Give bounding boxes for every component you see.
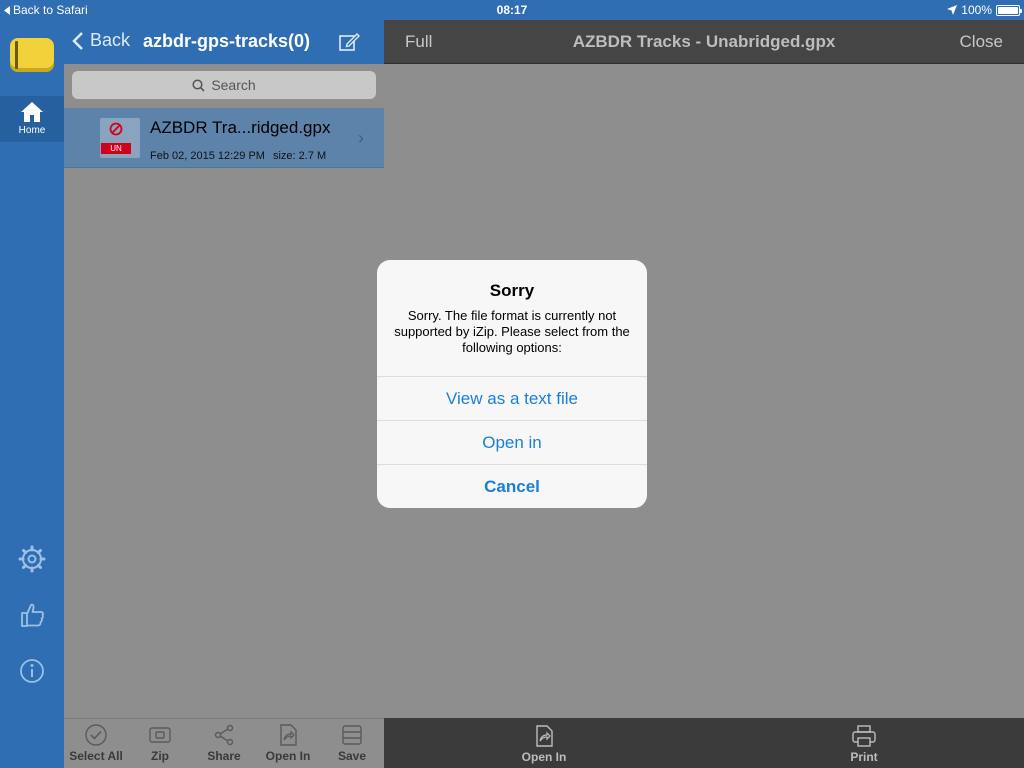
back-label: Back <box>90 30 131 50</box>
folder-title: azbdr-gps-tracks(0) <box>143 31 311 51</box>
view-as-text-button[interactable]: View as a text file <box>377 376 647 420</box>
info-icon[interactable] <box>17 656 47 686</box>
file-browser-nav: Back azbdr-gps-tracks(0) <box>64 20 384 64</box>
side-rail: Home <box>0 20 64 768</box>
select-all-label: Select All <box>69 749 123 763</box>
viewer-open-in-label: Open In <box>521 750 567 764</box>
viewer-open-in-button[interactable]: Open In <box>504 724 584 764</box>
save-button[interactable]: Save <box>320 723 384 763</box>
zip-button[interactable]: Zip <box>128 723 192 763</box>
open-in-icon <box>280 724 297 746</box>
chevron-right-icon: › <box>358 128 364 148</box>
share-button[interactable]: Share <box>192 723 256 763</box>
print-button[interactable]: Print <box>824 724 904 764</box>
izip-logo-icon[interactable] <box>10 38 54 72</box>
cancel-button[interactable]: Cancel <box>377 464 647 508</box>
search-input[interactable]: Search <box>72 71 376 99</box>
document-nav: Full AZBDR Tracks - Unabridged.gpx Close <box>384 20 1024 64</box>
zip-label: Zip <box>151 749 169 763</box>
file-type-icon: UN <box>100 118 140 158</box>
file-meta: Feb 02, 2015 12:29 PM size: 2.7 M <box>150 150 326 162</box>
printer-icon <box>852 725 876 747</box>
status-time: 08:17 <box>496 3 528 17</box>
battery-percent: 100% <box>961 3 992 17</box>
search-icon <box>192 78 205 92</box>
file-list-item[interactable]: UN AZBDR Tra...ridged.gpx Feb 02, 2015 1… <box>64 108 384 168</box>
select-all-button[interactable]: Select All <box>64 723 128 763</box>
battery-icon <box>996 4 1022 16</box>
location-arrow-icon <box>947 5 958 15</box>
back-button[interactable]: Back <box>72 30 130 51</box>
chevron-left-icon <box>72 31 83 50</box>
thumbs-up-icon[interactable] <box>17 600 47 630</box>
save-icon <box>342 725 362 745</box>
open-in-button[interactable]: Open In <box>256 723 320 763</box>
save-label: Save <box>337 749 367 763</box>
open-in-label: Open In <box>265 749 311 763</box>
file-name: AZBDR Tra...ridged.gpx <box>150 118 331 137</box>
print-label: Print <box>850 750 878 764</box>
edit-icon[interactable] <box>338 31 360 53</box>
file-size: size: 2.7 M <box>272 150 327 162</box>
rail-home-button[interactable]: Home <box>0 96 64 142</box>
unsupported-format-alert: Sorry Sorry. The file format is currentl… <box>377 260 647 508</box>
search-placeholder: Search <box>211 77 256 93</box>
open-in-option-button[interactable]: Open in <box>377 420 647 464</box>
viewer-toolbar: Open In Print <box>384 718 1024 768</box>
file-list-panel: Search UN AZBDR Tra...ridged.gpx Feb 02,… <box>64 64 384 718</box>
share-icon <box>214 724 234 746</box>
rail-home-label: Home <box>18 125 46 136</box>
checkmark-circle-icon <box>85 724 107 746</box>
home-icon <box>21 102 43 122</box>
gear-icon[interactable] <box>17 544 47 574</box>
share-label: Share <box>207 749 241 763</box>
file-badge: UN <box>101 143 131 154</box>
document-title: AZBDR Tracks - Unabridged.gpx <box>572 32 836 51</box>
zip-icon <box>149 727 171 743</box>
file-toolbar: Select All Zip Share Open In Save <box>64 718 384 768</box>
close-button[interactable]: Close <box>960 32 1003 52</box>
alert-title: Sorry <box>489 281 535 300</box>
file-date: Feb 02, 2015 12:29 PM <box>150 150 265 162</box>
open-in-icon <box>536 725 553 747</box>
alert-message: Sorry. The file format is currently not … <box>394 308 630 355</box>
battery-fill <box>998 6 1018 14</box>
unsupported-icon <box>109 122 123 136</box>
status-indicators: 100% <box>947 3 1022 17</box>
status-bar: Back to Safari 08:17 100% <box>0 0 1024 20</box>
